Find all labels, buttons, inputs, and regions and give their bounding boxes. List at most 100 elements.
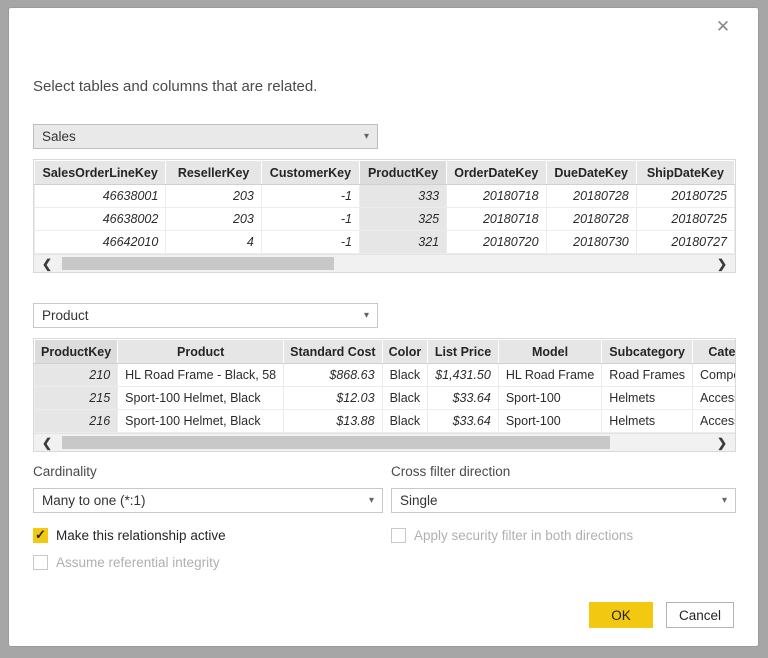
table-cell[interactable]: 215 <box>34 386 119 410</box>
security-filter-label: Apply security filter in both directions <box>414 527 634 543</box>
table-cell[interactable]: 20180720 <box>446 230 547 254</box>
edit-relationship-dialog: ✕ Select tables and columns that are rel… <box>8 7 759 647</box>
table-cell[interactable]: 20180728 <box>545 184 637 208</box>
table-cell[interactable]: -1 <box>260 230 361 254</box>
table-row: 215 Sport-100 Helmet, Black $12.03 Black $33… <box>34 386 735 410</box>
checkbox-options: Make this relationship active Apply secu… <box>33 526 734 571</box>
column-header[interactable]: CustomerKey <box>260 160 361 185</box>
cardinality-value: Many to one (*:1) <box>42 493 146 508</box>
checked-checkbox-icon[interactable] <box>33 527 48 543</box>
chevron-down-icon <box>357 310 369 321</box>
table-cell[interactable]: Helmets <box>601 409 694 433</box>
table-cell[interactable]: $13.88 <box>283 409 383 433</box>
table-cell[interactable]: $33.64 <box>427 386 499 410</box>
unchecked-checkbox-icon <box>391 527 406 543</box>
scroll-left-icon[interactable] <box>36 434 58 451</box>
table-cell[interactable]: HL Road Frame <box>497 363 603 387</box>
table-cell[interactable]: Components <box>692 363 735 387</box>
table-cell[interactable]: 20180718 <box>446 184 547 208</box>
scroll-left-icon[interactable] <box>36 255 58 272</box>
column-header[interactable]: Category <box>692 339 735 364</box>
options-dropdowns: Many to one (*:1) Single <box>33 488 736 513</box>
table-cell[interactable]: 210 <box>34 363 119 387</box>
table-cell[interactable]: 46638002 <box>34 207 167 231</box>
scrollbar-thumb[interactable] <box>62 257 334 270</box>
table-cell[interactable]: Sport-100 Helmet, Black <box>117 409 285 433</box>
table-cell[interactable]: 20180718 <box>446 207 547 231</box>
table-cell[interactable]: Black <box>381 363 429 387</box>
column-header[interactable]: Product <box>117 339 285 364</box>
chevron-down-icon <box>362 495 374 506</box>
column-header[interactable]: ProductKey <box>34 339 119 364</box>
column-header[interactable]: DueDateKey <box>545 160 637 185</box>
table-cell[interactable]: 203 <box>165 184 262 208</box>
to-table-preview: ProductKey Product Standard Cost Color List … <box>33 338 736 452</box>
table-cell[interactable]: Black <box>381 386 429 410</box>
table-cell[interactable]: 333 <box>358 184 448 208</box>
table-cell[interactable]: 4 <box>165 230 262 254</box>
table-cell[interactable]: -1 <box>260 184 361 208</box>
table-cell[interactable]: 20180730 <box>545 230 637 254</box>
from-table-hscrollbar[interactable] <box>34 254 735 272</box>
table-cell[interactable]: HL Road Frame - Black, 58 <box>117 363 285 387</box>
table-cell[interactable]: 46642010 <box>34 230 167 254</box>
table-cell[interactable]: 20180727 <box>635 230 735 254</box>
table-cell[interactable]: $868.63 <box>283 363 383 387</box>
from-table-preview: SalesOrderLineKey ResellerKey CustomerKey P… <box>33 159 736 273</box>
table-cell[interactable]: 216 <box>34 409 119 433</box>
cross-filter-dropdown[interactable]: Single <box>391 488 736 513</box>
cardinality-dropdown[interactable]: Many to one (*:1) <box>33 488 383 513</box>
scroll-right-icon[interactable] <box>711 255 733 272</box>
table-cell[interactable]: 20180725 <box>635 207 735 231</box>
make-active-checkbox[interactable]: Make this relationship active <box>33 526 391 544</box>
cancel-button[interactable]: Cancel <box>666 602 734 628</box>
table-cell[interactable]: 46638001 <box>34 184 167 208</box>
table-cell[interactable]: $1,431.50 <box>427 363 499 387</box>
table-row: 216 Sport-100 Helmet, Black $13.88 Black $33… <box>34 409 735 433</box>
security-filter-checkbox: Apply security filter in both directions <box>391 526 736 544</box>
table-cell[interactable]: 203 <box>165 207 262 231</box>
column-header[interactable]: Subcategory <box>601 339 694 364</box>
table-cell[interactable]: Helmets <box>601 386 694 410</box>
table-cell[interactable]: $12.03 <box>283 386 383 410</box>
to-table-dropdown[interactable]: Product <box>33 303 378 328</box>
dialog-buttons: OK Cancel <box>589 602 734 628</box>
table-cell[interactable]: 20180725 <box>635 184 735 208</box>
column-header[interactable]: Color <box>381 339 429 364</box>
chevron-down-icon <box>357 131 369 142</box>
scroll-right-icon[interactable] <box>711 434 733 451</box>
column-header[interactable]: ResellerKey <box>165 160 262 185</box>
ok-button[interactable]: OK <box>589 602 653 628</box>
column-header[interactable]: SalesOrderLineKey <box>34 160 167 185</box>
cross-filter-value: Single <box>400 493 438 508</box>
make-active-label: Make this relationship active <box>56 527 226 543</box>
chevron-down-icon <box>715 495 727 506</box>
table-cell[interactable]: $33.64 <box>427 409 499 433</box>
table-cell[interactable]: -1 <box>260 207 361 231</box>
column-header[interactable]: Standard Cost <box>283 339 383 364</box>
referential-integrity-label: Assume referential integrity <box>56 554 220 570</box>
table-cell[interactable]: Sport-100 <box>497 409 603 433</box>
table-cell[interactable]: Accessories <box>692 409 735 433</box>
to-table-hscrollbar[interactable] <box>34 433 735 451</box>
table-cell[interactable]: Black <box>381 409 429 433</box>
column-header[interactable]: Model <box>497 339 603 364</box>
table-cell[interactable]: Accessories <box>692 386 735 410</box>
table-cell[interactable]: 321 <box>358 230 448 254</box>
column-header[interactable]: List Price <box>427 339 499 364</box>
table-cell[interactable]: Sport-100 Helmet, Black <box>117 386 285 410</box>
from-table-dropdown[interactable]: Sales <box>33 124 378 149</box>
cross-filter-label: Cross filter direction <box>391 464 511 479</box>
table-cell[interactable]: Road Frames <box>601 363 694 387</box>
table-row: 46642010 4 -1 321 20180720 20180730 20180727 <box>34 230 735 254</box>
table-cell[interactable]: 20180728 <box>545 207 637 231</box>
table-cell[interactable]: 325 <box>358 207 448 231</box>
from-table: SalesOrderLineKey ResellerKey CustomerKey P… <box>34 160 735 254</box>
instruction-text: Select tables and columns that are relat… <box>33 78 318 95</box>
table-row: 210 HL Road Frame - Black, 58 $868.63 Black… <box>34 363 735 387</box>
column-header[interactable]: ProductKey <box>358 160 448 185</box>
table-cell[interactable]: Sport-100 <box>497 386 603 410</box>
scrollbar-thumb[interactable] <box>62 436 610 449</box>
column-header[interactable]: ShipDateKey <box>635 160 735 185</box>
column-header[interactable]: OrderDateKey <box>446 160 547 185</box>
